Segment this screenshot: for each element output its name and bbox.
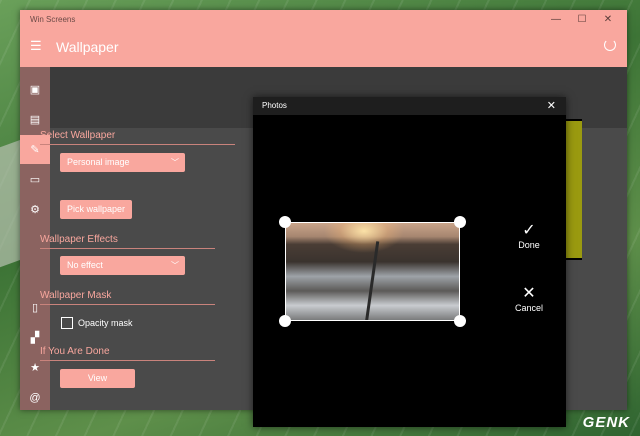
done-button[interactable]: ✓ Done — [509, 222, 549, 250]
cancel-button[interactable]: ✕ Cancel — [509, 285, 549, 313]
view-button[interactable]: View — [60, 369, 135, 388]
image-icon: ▣ — [29, 84, 41, 96]
minimize-button[interactable]: — — [549, 13, 563, 27]
sidebar-item-taskbar[interactable]: ▭ — [20, 165, 50, 194]
opacity-mask-checkbox[interactable] — [61, 317, 73, 329]
pick-wallpaper-button[interactable]: Pick wallpaper — [60, 200, 132, 219]
close-icon[interactable]: ✕ — [547, 99, 556, 112]
sidebar-item-image[interactable]: ▣ — [20, 75, 50, 104]
maximize-button[interactable]: ☐ — [575, 13, 589, 27]
if-you-are-done-heading: If You Are Done — [40, 346, 110, 357]
star-icon: ★ — [30, 362, 40, 374]
app-title: Win Screens — [30, 15, 76, 24]
gallery-icon: ▤ — [29, 114, 41, 126]
wallpaper-effects-heading: Wallpaper Effects — [40, 234, 118, 245]
effects-dropdown[interactable]: No effect ﹀ — [60, 256, 185, 275]
title-bar: Win Screens — ☐ ✕ — [20, 10, 627, 30]
crop-image[interactable] — [285, 222, 460, 321]
clipboard-icon: ▯ — [31, 302, 39, 314]
chevron-down-icon: ﹀ — [171, 158, 179, 167]
wallpaper-icon: ✎ — [30, 144, 40, 156]
divider — [40, 360, 215, 361]
at-icon: @ — [29, 391, 41, 404]
opacity-mask-label: Opacity mask — [78, 318, 133, 328]
chevron-down-icon: ﹀ — [171, 261, 179, 270]
taskbar-icon: ▭ — [29, 174, 41, 186]
settings-icon: ⚙ — [30, 204, 40, 216]
effects-value: No effect — [67, 260, 103, 270]
wallpaper-source-value: Personal image — [67, 157, 130, 167]
wallpaper-source-dropdown[interactable]: Personal image ﹀ — [60, 153, 185, 172]
watermark-logo: GENK — [582, 414, 630, 431]
divider — [40, 304, 215, 305]
divider — [40, 248, 215, 249]
road-detail — [363, 241, 380, 320]
cancel-icon: ✕ — [522, 285, 536, 302]
checkmark-icon: ✓ — [522, 222, 536, 239]
header-bar: ☰ Wallpaper — [20, 30, 627, 67]
done-label: Done — [518, 240, 540, 250]
photos-crop-dialog: Photos ✕ ✓ Done ✕ Cancel — [253, 97, 566, 427]
photos-title-bar: Photos ✕ — [253, 97, 566, 115]
photos-title: Photos — [262, 101, 287, 110]
page-title: Wallpaper — [56, 39, 119, 55]
sidebar-item-rate[interactable]: ★ — [20, 353, 50, 382]
crop-handle-top-right[interactable] — [454, 216, 466, 228]
sidebar-item-contact[interactable]: @ — [20, 383, 50, 410]
crop-handle-top-left[interactable] — [279, 216, 291, 228]
hamburger-menu-icon[interactable]: ☰ — [30, 39, 42, 53]
refresh-icon[interactable] — [604, 39, 616, 51]
close-button[interactable]: ✕ — [601, 13, 615, 27]
sidebar-item-settings[interactable]: ⚙ — [20, 195, 50, 224]
crop-handle-bottom-left[interactable] — [279, 315, 291, 327]
select-wallpaper-heading: Select Wallpaper — [40, 130, 116, 141]
cancel-label: Cancel — [514, 303, 543, 313]
divider — [40, 144, 235, 145]
wallpaper-mask-heading: Wallpaper Mask — [40, 290, 112, 301]
crop-handle-bottom-right[interactable] — [454, 315, 466, 327]
apps-icon: ▞ — [30, 332, 40, 344]
